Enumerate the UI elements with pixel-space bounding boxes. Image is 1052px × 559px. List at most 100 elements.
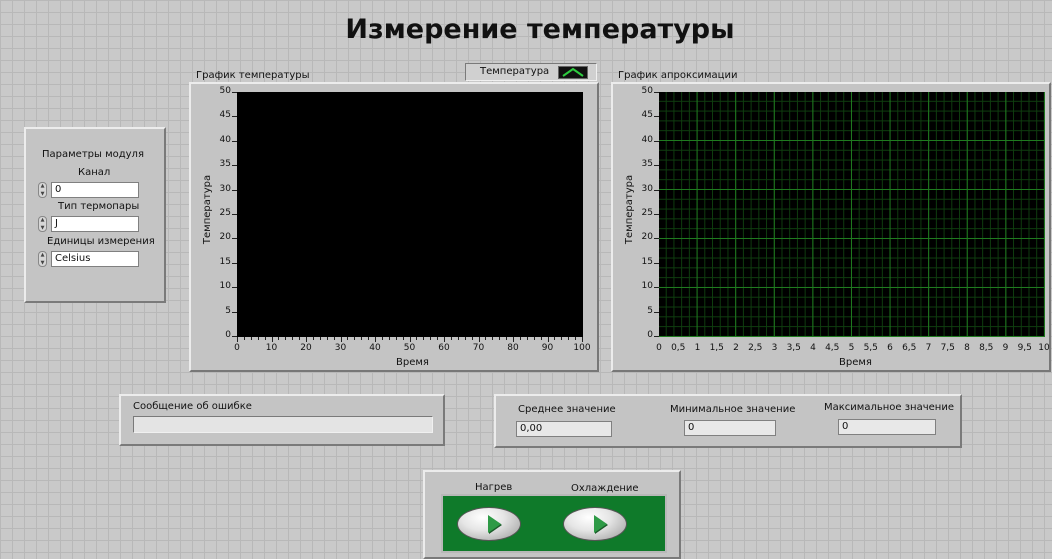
stats-panel: Среднее значение 0,00 Минимальное значен… [494, 394, 962, 448]
y-tick-label: 5 [225, 305, 231, 316]
y-tick-label: 45 [641, 110, 653, 121]
y-tick-label: 10 [219, 281, 231, 292]
thermocouple-stepper[interactable]: ▲ ▼ [38, 216, 47, 232]
y-tick-label: 50 [219, 86, 231, 96]
x-minor-tick [437, 337, 439, 340]
max-label: Максимальное значение [824, 402, 954, 413]
temperature-graph: Температура 50 45 40 35 30 25 20 15 10 5 0 0 10 20 30… [189, 82, 599, 372]
x-axis-minor-ticks [237, 337, 583, 342]
x-tick-label: 80 [507, 343, 519, 353]
x-minor-tick [485, 337, 487, 340]
x-minor-tick [499, 337, 501, 340]
x-tick-label: 60 [438, 343, 450, 353]
x-minor-tick [430, 337, 432, 340]
x-minor-tick [388, 337, 390, 340]
y-tick-label: 15 [219, 256, 231, 267]
mean-value-field: 0,00 [516, 421, 612, 437]
x-tick-label: 50 [403, 343, 416, 353]
x-minor-tick [243, 337, 245, 340]
x-tick-label: 40 [369, 343, 381, 353]
units-stepper[interactable]: ▲ ▼ [38, 251, 47, 267]
x-tick-label: 10 [1038, 343, 1050, 353]
x-minor-tick [381, 337, 383, 340]
x-minor-tick [237, 337, 238, 342]
cool-label: Охлаждение [571, 483, 639, 494]
x-minor-tick [319, 337, 321, 340]
module-params-heading: Параметры модуля [42, 149, 144, 160]
x-minor-tick [464, 337, 466, 340]
play-arrow-icon [593, 515, 607, 533]
error-label: Сообщение об ошибке [133, 401, 252, 412]
y-tick-label: 15 [641, 256, 653, 267]
approx-graph-ylabel: Температура [624, 174, 636, 245]
y-tick-label: 40 [641, 134, 653, 145]
x-tick-label: 30 [334, 343, 347, 353]
x-tick-label: 0 [234, 343, 240, 353]
thermocouple-field[interactable]: J [51, 216, 139, 232]
y-tick-label: 20 [641, 232, 653, 243]
x-minor-tick [561, 337, 563, 340]
x-minor-tick [395, 337, 397, 340]
x-minor-tick [533, 337, 535, 340]
heat-button[interactable] [457, 507, 521, 541]
y-tick-label: 0 [647, 330, 653, 340]
x-minor-tick [547, 337, 549, 342]
x-minor-tick [568, 337, 570, 340]
x-minor-tick [471, 337, 473, 340]
min-value-field: 0 [684, 420, 776, 436]
approximation-graph: Температура 50 45 40 35 30 25 20 15 10 5 0 0 0,5 1 1,… [611, 82, 1051, 372]
play-arrow-icon [487, 515, 501, 533]
x-minor-tick [361, 337, 363, 340]
x-minor-tick [347, 337, 349, 340]
y-tick-label: 10 [641, 281, 653, 292]
x-minor-tick [340, 337, 342, 342]
line-plot-legend-icon [558, 66, 588, 79]
x-minor-tick [575, 337, 577, 340]
channel-label: Канал [78, 167, 111, 178]
x-tick-label: 10 [265, 343, 278, 353]
legend-label: Температура [480, 66, 550, 77]
y-tick-label: 40 [219, 134, 231, 145]
error-message-field [133, 416, 433, 433]
y-tick-label: 25 [219, 208, 231, 218]
x-minor-tick [409, 337, 411, 342]
x-minor-tick [278, 337, 280, 340]
x-minor-tick [257, 337, 259, 340]
y-tick-label: 25 [641, 208, 653, 218]
x-minor-tick [264, 337, 266, 340]
x-minor-tick [333, 337, 335, 340]
y-tick-label: 30 [641, 183, 653, 194]
cool-button[interactable] [563, 507, 627, 541]
x-minor-tick [492, 337, 494, 340]
thermocouple-label: Тип термопары [58, 201, 140, 212]
y-tick-label: 0 [225, 330, 231, 340]
temperature-plot-area[interactable] [237, 92, 583, 337]
temperature-graph-xlabel: Время [396, 357, 429, 368]
x-minor-tick [306, 337, 307, 342]
y-tick-label: 5 [647, 305, 653, 316]
x-tick-label: 90 [541, 343, 554, 353]
x-minor-tick [271, 337, 273, 342]
units-label: Единицы измерения [47, 236, 155, 247]
approx-graph-xlabel: Время [839, 357, 872, 368]
y-tick-label: 20 [219, 232, 231, 243]
temperature-legend[interactable]: Температура [465, 63, 597, 81]
x-tick-label: 100 [573, 343, 591, 353]
channel-stepper[interactable]: ▲ ▼ [38, 182, 47, 198]
page-title: Измерение температуры [345, 14, 735, 45]
x-minor-tick [554, 337, 556, 340]
temperature-graph-title: График температуры [196, 70, 310, 81]
x-minor-tick [416, 337, 418, 340]
y-tick-label: 45 [219, 110, 231, 121]
x-minor-tick [402, 337, 404, 340]
x-minor-tick [519, 337, 521, 340]
heat-label: Нагрев [475, 482, 513, 493]
approximation-plot-area[interactable] [659, 92, 1045, 337]
channel-field[interactable]: 0 [51, 182, 139, 198]
buttons-area [441, 494, 667, 553]
x-minor-tick [457, 337, 459, 340]
y-tick-label: 50 [641, 86, 653, 96]
units-field[interactable]: Celsius [51, 251, 139, 267]
x-minor-tick [354, 337, 356, 340]
max-value-field: 0 [838, 419, 936, 435]
